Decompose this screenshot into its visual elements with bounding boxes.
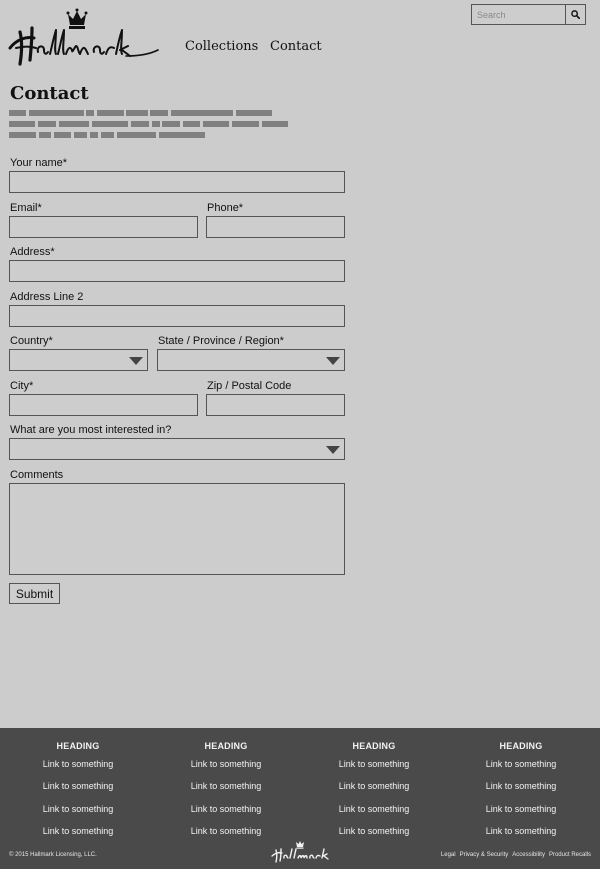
footer-link[interactable]: Link to something bbox=[18, 780, 138, 798]
zip-label: Zip / Postal Code bbox=[207, 380, 292, 392]
country-label: Country* bbox=[10, 335, 53, 347]
footer-link[interactable]: Link to something bbox=[314, 825, 434, 843]
address-line-2-label: Address Line 2 bbox=[10, 291, 84, 303]
search-icon bbox=[571, 10, 580, 19]
placeholder-text-line bbox=[9, 110, 279, 116]
email-input[interactable] bbox=[9, 216, 198, 238]
footer-column: HEADING Link to something Link to someth… bbox=[18, 740, 138, 843]
comments-label: Comments bbox=[10, 469, 64, 481]
footer-link[interactable]: Link to something bbox=[461, 780, 581, 798]
footer-link[interactable]: Link to something bbox=[166, 803, 286, 821]
footer-heading: HEADING bbox=[56, 741, 100, 751]
footer-link[interactable]: Link to something bbox=[461, 825, 581, 843]
hallmark-logo[interactable] bbox=[8, 8, 160, 68]
footer-column: HEADING Link to something Link to someth… bbox=[314, 740, 434, 843]
nav-collections[interactable]: Collections bbox=[185, 39, 258, 54]
accessibility-link[interactable]: Accessibility bbox=[512, 852, 545, 858]
copyright-text: © 2015 Hallmark Licensing, LLC. bbox=[9, 852, 97, 858]
city-label: City* bbox=[10, 380, 34, 392]
name-label: Your name* bbox=[10, 157, 68, 169]
email-label: Email* bbox=[10, 202, 42, 214]
site-header: Collections Contact bbox=[0, 0, 600, 75]
dropdown-arrow-icon bbox=[326, 446, 340, 454]
address-input[interactable] bbox=[9, 260, 345, 282]
interest-label: What are you most interested in? bbox=[10, 424, 172, 436]
footer-heading: HEADING bbox=[352, 741, 396, 751]
footer-link[interactable]: Link to something bbox=[166, 758, 286, 776]
address-label: Address* bbox=[10, 246, 55, 258]
page-title: Contact bbox=[10, 83, 89, 104]
footer-column: HEADING Link to something Link to someth… bbox=[166, 740, 286, 843]
privacy-security-link[interactable]: Privacy & Security bbox=[460, 852, 509, 858]
city-input[interactable] bbox=[9, 394, 198, 416]
placeholder-text-line bbox=[9, 132, 209, 138]
footer-heading: HEADING bbox=[204, 741, 248, 751]
placeholder-text-line bbox=[9, 121, 294, 127]
product-recalls-link[interactable]: Product Recalls bbox=[549, 852, 591, 858]
name-input[interactable] bbox=[9, 171, 345, 193]
submit-button[interactable]: Submit bbox=[9, 583, 60, 604]
site-footer: HEADING Link to something Link to someth… bbox=[0, 728, 600, 869]
dropdown-arrow-icon bbox=[129, 357, 143, 365]
footer-link[interactable]: Link to something bbox=[461, 803, 581, 821]
search-box bbox=[471, 4, 586, 25]
legal-link[interactable]: Legal bbox=[441, 852, 456, 858]
nav-contact[interactable]: Contact bbox=[270, 39, 322, 54]
interest-select[interactable] bbox=[9, 438, 345, 460]
search-button[interactable] bbox=[565, 5, 585, 24]
footer-link[interactable]: Link to something bbox=[314, 803, 434, 821]
footer-link[interactable]: Link to something bbox=[166, 780, 286, 798]
footer-hallmark-logo[interactable] bbox=[270, 840, 330, 864]
search-input[interactable] bbox=[472, 5, 565, 24]
footer-heading: HEADING bbox=[499, 741, 543, 751]
footer-link[interactable]: Link to something bbox=[314, 758, 434, 776]
footer-link[interactable]: Link to something bbox=[314, 780, 434, 798]
dropdown-arrow-icon bbox=[326, 357, 340, 365]
footer-column: HEADING Link to something Link to someth… bbox=[461, 740, 581, 843]
zip-input[interactable] bbox=[206, 394, 345, 416]
phone-input[interactable] bbox=[206, 216, 345, 238]
state-label: State / Province / Region* bbox=[158, 335, 284, 347]
footer-link[interactable]: Link to something bbox=[18, 758, 138, 776]
country-select[interactable] bbox=[9, 349, 148, 371]
address-line-2-input[interactable] bbox=[9, 305, 345, 327]
legal-links: Legal Privacy & Security Accessibility P… bbox=[441, 852, 591, 858]
footer-link[interactable]: Link to something bbox=[18, 803, 138, 821]
phone-label: Phone* bbox=[207, 202, 244, 214]
footer-link[interactable]: Link to something bbox=[461, 758, 581, 776]
footer-link[interactable]: Link to something bbox=[18, 825, 138, 843]
footer-link[interactable]: Link to something bbox=[166, 825, 286, 843]
state-select[interactable] bbox=[157, 349, 345, 371]
comments-textarea[interactable] bbox=[9, 483, 345, 575]
